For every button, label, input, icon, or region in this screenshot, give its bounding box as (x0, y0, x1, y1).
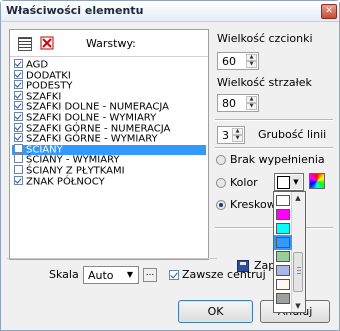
scroll-down-icon[interactable]: ▼ (292, 300, 304, 312)
layers-header: Warstwy: (10, 30, 208, 57)
chevron-down-icon[interactable]: ▼ (290, 175, 302, 189)
arrow-size-spinner[interactable]: 80 ▲ ▼ (217, 94, 259, 112)
chevron-down-icon: ▼ (126, 270, 134, 279)
layer-checkbox[interactable] (14, 111, 23, 121)
layer-label: SZAFKI DOLNE - NUMERACJA (26, 101, 169, 113)
layer-label: ŚCIANY Z PŁYTKAMI (26, 165, 125, 177)
spin-down-icon[interactable]: ▼ (246, 103, 257, 110)
dropdown-scrollbar[interactable]: ▲ ▼ (291, 192, 305, 312)
color-option[interactable] (276, 195, 290, 206)
layer-item[interactable]: SZAFKI GÓRNE - NUMERACJA (12, 122, 206, 135)
font-size-spinner[interactable]: 60 ▲ ▼ (217, 52, 259, 70)
layer-item[interactable]: SZAFKI DOLNE - WYMIARY (12, 111, 206, 124)
layer-checkbox[interactable] (14, 90, 23, 100)
layer-label: SZAFKI DOLNE - WYMIARY (26, 112, 157, 124)
no-fill-radio[interactable] (216, 155, 226, 165)
color-fill-label: Kolor (230, 176, 258, 189)
center-checkbox[interactable] (169, 270, 179, 280)
deselect-all-icon[interactable] (40, 36, 54, 50)
spin-down-icon[interactable]: ▼ (232, 135, 243, 142)
color-combo[interactable]: ▼ (274, 173, 304, 191)
layer-checkbox[interactable] (14, 80, 23, 90)
layer-label: ŚCIANY (26, 144, 63, 156)
spin-up-icon[interactable]: ▲ (246, 54, 257, 61)
line-width-value: 3 (222, 129, 229, 142)
palette-icon[interactable] (309, 173, 325, 189)
color-option[interactable] (276, 293, 290, 304)
layer-item[interactable]: AGD (12, 59, 206, 71)
layer-item[interactable]: PODESTY (12, 80, 206, 92)
color-option[interactable] (274, 235, 292, 250)
scale-select[interactable]: Auto ▼ (83, 266, 139, 284)
spin-up-icon[interactable]: ▲ (232, 128, 243, 135)
color-dropdown-list[interactable]: ▲ ▼ (273, 191, 306, 313)
layer-checkbox[interactable] (14, 154, 23, 164)
layer-checkbox[interactable] (14, 175, 23, 185)
arrow-size-value: 80 (222, 97, 236, 110)
layer-checkbox[interactable] (14, 69, 23, 79)
layer-list: AGD DODATKI PODESTY SZAFKI SZAFKI DOLNE - NU… (12, 59, 206, 188)
layer-checkbox[interactable] (14, 59, 23, 68)
layer-item[interactable]: ZNAK PÓŁNOCY (12, 175, 206, 188)
color-option[interactable] (276, 209, 290, 220)
color-option[interactable] (276, 223, 290, 234)
layer-checkbox[interactable] (14, 143, 23, 153)
arrow-size-label: Wielkość strzałek (217, 76, 312, 89)
color-option[interactable] (276, 279, 290, 290)
layer-checkbox[interactable] (14, 122, 23, 132)
separator (215, 147, 333, 149)
select-all-icon[interactable] (18, 37, 32, 51)
scroll-thumb[interactable] (293, 252, 303, 292)
color-swatch (277, 176, 290, 189)
layer-label: SZAFKI GÓRNE - WYMIARY (26, 133, 158, 145)
close-button[interactable]: ✕ (321, 4, 337, 19)
line-width-label: Grubość linii (258, 128, 327, 141)
center-label: Zawsze centruj (182, 268, 266, 281)
layer-label: SZAFKI GÓRNE - NUMERACJA (26, 123, 171, 135)
properties-dialog: Właściwości elementu ✕ Warstwy: AGD DODAT… (0, 0, 340, 331)
window-title: Właściwości elementu (6, 4, 144, 17)
no-fill-label: Brak wypełnienia (230, 153, 325, 166)
spin-up-icon[interactable]: ▲ (246, 96, 257, 103)
scale-more-button[interactable]: ... (143, 268, 157, 282)
separator (7, 258, 217, 259)
scale-value: Auto (88, 269, 114, 282)
layer-item[interactable]: ŚCIANY Z PŁYTKAMI (12, 164, 206, 177)
layers-panel: Warstwy: AGD DODATKI PODESTY SZAFKI SZAFKI D… (9, 29, 209, 260)
color-option[interactable] (276, 251, 290, 262)
layer-label: DODATKI (26, 70, 71, 82)
layer-item[interactable]: DODATKI (12, 69, 206, 82)
layer-checkbox[interactable] (14, 164, 23, 174)
title-bar: Właściwości elementu ✕ (1, 1, 339, 22)
separator (215, 119, 333, 121)
layer-label: AGD (26, 59, 49, 71)
layer-label: SZAFKI (26, 91, 62, 103)
layer-item[interactable]: SZAFKI (12, 90, 206, 103)
layer-item[interactable]: ŚCIANY (12, 143, 206, 156)
spin-down-icon[interactable]: ▼ (246, 61, 257, 68)
scale-label: Skala (49, 268, 79, 281)
layer-checkbox[interactable] (14, 101, 23, 111)
hatch-fill-radio[interactable] (216, 200, 226, 210)
layer-label: PODESTY (26, 80, 73, 92)
line-width-spinner[interactable]: 3 ▲ ▼ (217, 126, 245, 144)
ok-button[interactable]: OK (178, 300, 253, 323)
color-fill-radio[interactable] (216, 178, 226, 188)
font-size-label: Wielkość czcionki (217, 32, 313, 45)
scroll-up-icon[interactable]: ▲ (292, 192, 304, 204)
layers-title: Warstwy: (86, 37, 136, 50)
layer-item[interactable]: SZAFKI DOLNE - NUMERACJA (12, 101, 206, 113)
layer-checkbox[interactable] (14, 133, 23, 143)
layer-label: ZNAK PÓŁNOCY (26, 176, 105, 188)
font-size-value: 60 (222, 55, 236, 68)
color-option[interactable] (276, 265, 290, 276)
